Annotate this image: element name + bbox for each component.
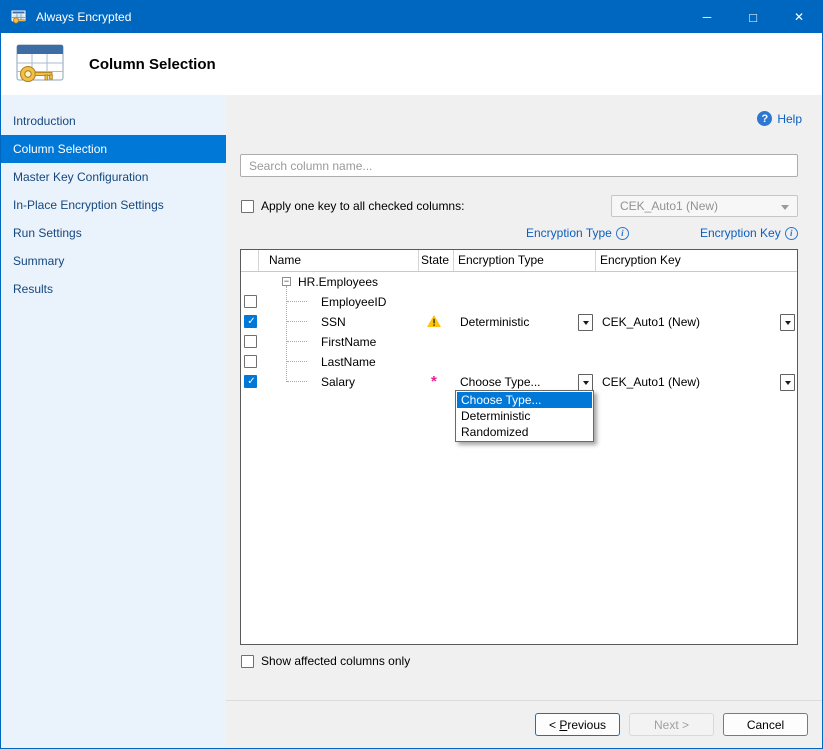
tree-collapse-icon[interactable]: − bbox=[282, 277, 291, 286]
table-row: ✓ SSN Deterministic CEK_Auto1 (New) bbox=[241, 312, 797, 332]
row-checkbox[interactable]: ✓ bbox=[244, 315, 257, 328]
check-icon: ✓ bbox=[245, 315, 258, 328]
header-checkbox-column bbox=[241, 250, 259, 271]
sidebar-item-introduction[interactable]: Introduction bbox=[1, 107, 226, 135]
grid-rows: − HR.Employees EmployeeID ✓ SSN bbox=[241, 272, 797, 644]
encryption-type-value: Choose Type... bbox=[460, 372, 541, 392]
nav-list: Introduction Column Selection Master Key… bbox=[1, 95, 226, 303]
show-affected-checkbox[interactable] bbox=[241, 655, 254, 668]
wizard-header: Column Selection bbox=[1, 33, 822, 95]
sidebar-item-results[interactable]: Results bbox=[1, 275, 226, 303]
help-icon: ? bbox=[757, 111, 772, 126]
page-title: Column Selection bbox=[89, 56, 216, 73]
encryption-type-dropdown-button[interactable] bbox=[578, 314, 593, 331]
footer-bar: < Previous Next > Cancel bbox=[226, 700, 822, 748]
main-content: ? Help Apply one key to all checked colu… bbox=[226, 95, 822, 748]
encryption-key-dropdown-button[interactable] bbox=[780, 314, 795, 331]
cancel-button[interactable]: Cancel bbox=[723, 713, 808, 736]
row-checkbox[interactable]: ✓ bbox=[244, 375, 257, 388]
titlebar: Always Encrypted ─ □ ✕ bbox=[1, 1, 822, 33]
show-affected-label: Show affected columns only bbox=[261, 654, 410, 668]
header-encryption-type: Encryption Type bbox=[454, 250, 596, 271]
window-controls: ─ □ ✕ bbox=[684, 1, 822, 33]
sidebar-item-master-key-configuration[interactable]: Master Key Configuration bbox=[1, 163, 226, 191]
header-encryption-key: Encryption Key bbox=[596, 250, 797, 271]
table-row: EmployeeID bbox=[241, 292, 797, 312]
encryption-key-dropdown-button[interactable] bbox=[780, 374, 795, 391]
apply-key-checkbox[interactable] bbox=[241, 200, 254, 213]
sidebar-item-column-selection[interactable]: Column Selection bbox=[1, 135, 226, 163]
header-state: State bbox=[419, 250, 454, 271]
table-row: LastName bbox=[241, 352, 797, 372]
search-input[interactable] bbox=[240, 154, 798, 177]
chevron-down-icon bbox=[781, 205, 789, 210]
sidebar-item-in-place-encryption-settings[interactable]: In-Place Encryption Settings bbox=[1, 191, 226, 219]
encryption-key-link[interactable]: Encryption Key i bbox=[700, 226, 798, 240]
required-marker: * bbox=[431, 373, 437, 391]
table-key-icon bbox=[13, 40, 67, 88]
apply-key-value: CEK_Auto1 (New) bbox=[620, 199, 718, 213]
table-row: ✓ Salary * Choose Type... CEK_Auto1 (New… bbox=[241, 372, 797, 392]
column-name: FirstName bbox=[321, 332, 376, 352]
encryption-type-link-label: Encryption Type bbox=[526, 226, 612, 240]
grid-header: Name State Encryption Type Encryption Ke… bbox=[241, 250, 797, 272]
info-icon[interactable]: i bbox=[616, 227, 629, 240]
apply-key-row: Apply one key to all checked columns: CE… bbox=[241, 195, 798, 217]
check-icon: ✓ bbox=[245, 375, 258, 388]
columns-grid: Name State Encryption Type Encryption Ke… bbox=[240, 249, 798, 645]
help-label: Help bbox=[777, 112, 802, 126]
group-name: HR.Employees bbox=[298, 272, 378, 292]
table-row: FirstName bbox=[241, 332, 797, 352]
dropdown-item-randomized[interactable]: Randomized bbox=[457, 424, 592, 440]
row-checkbox[interactable] bbox=[244, 335, 257, 348]
column-links: Encryption Type i Encryption Key i bbox=[226, 226, 822, 242]
encryption-key-value: CEK_Auto1 (New) bbox=[602, 372, 700, 392]
column-name: Salary bbox=[321, 372, 355, 392]
apply-key-label: Apply one key to all checked columns: bbox=[261, 199, 464, 213]
previous-button[interactable]: < Previous bbox=[535, 713, 620, 736]
row-checkbox[interactable] bbox=[244, 295, 257, 308]
encryption-key-value: CEK_Auto1 (New) bbox=[602, 312, 700, 332]
encryption-type-dropdown-button[interactable] bbox=[578, 374, 593, 391]
maximize-icon[interactable]: □ bbox=[730, 1, 776, 33]
wizard-nav-sidebar: Introduction Column Selection Master Key… bbox=[1, 95, 226, 748]
show-affected-row: Show affected columns only bbox=[241, 654, 410, 668]
table-row-group: − HR.Employees bbox=[241, 272, 797, 292]
header-name: Name bbox=[259, 250, 419, 271]
next-button[interactable]: Next > bbox=[629, 713, 714, 736]
minimize-icon[interactable]: ─ bbox=[684, 1, 730, 33]
sidebar-item-run-settings[interactable]: Run Settings bbox=[1, 219, 226, 247]
dropdown-item-deterministic[interactable]: Deterministic bbox=[457, 408, 592, 424]
always-encrypted-wizard-window: Always Encrypted ─ □ ✕ Column Selection … bbox=[0, 0, 823, 749]
column-name: SSN bbox=[321, 312, 346, 332]
help-link[interactable]: ? Help bbox=[757, 111, 802, 126]
encryption-type-link[interactable]: Encryption Type i bbox=[526, 226, 629, 240]
window-title: Always Encrypted bbox=[36, 10, 131, 24]
encryption-key-link-label: Encryption Key bbox=[700, 226, 781, 240]
sidebar-item-summary[interactable]: Summary bbox=[1, 247, 226, 275]
warning-icon bbox=[427, 315, 451, 330]
close-icon[interactable]: ✕ bbox=[776, 1, 822, 33]
encryption-type-dropdown-list: Choose Type... Deterministic Randomized bbox=[455, 390, 594, 442]
info-icon[interactable]: i bbox=[785, 227, 798, 240]
encryption-type-value: Deterministic bbox=[460, 312, 529, 332]
row-checkbox[interactable] bbox=[244, 355, 257, 368]
column-name: LastName bbox=[321, 352, 376, 372]
column-name: EmployeeID bbox=[321, 292, 386, 312]
dropdown-item-choose-type[interactable]: Choose Type... bbox=[457, 392, 592, 408]
apply-key-combobox[interactable]: CEK_Auto1 (New) bbox=[611, 195, 798, 217]
app-icon bbox=[11, 9, 27, 25]
